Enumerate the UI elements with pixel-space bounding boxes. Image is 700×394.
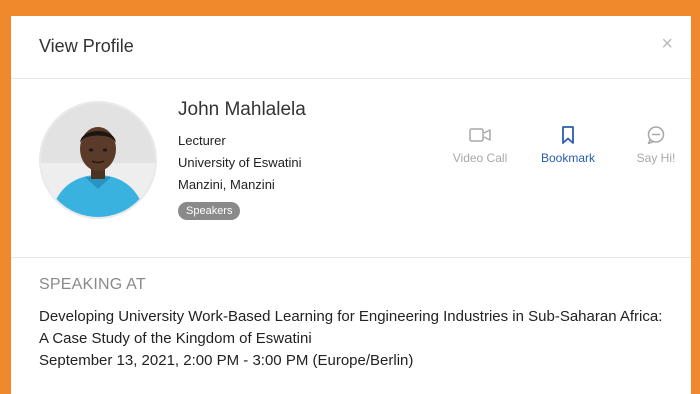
- speaking-at-section: SPEAKING AT Developing University Work-B…: [11, 258, 691, 372]
- video-camera-icon: [436, 123, 524, 147]
- say-hi-label: Say Hi!: [636, 151, 676, 165]
- modal-title: View Profile: [39, 36, 134, 56]
- say-hi-button[interactable]: Say Hi!: [612, 123, 691, 165]
- video-call-button[interactable]: Video Call: [436, 123, 524, 165]
- profile-actions: Video Call Bookmark Say Hi!: [436, 123, 691, 165]
- bookmark-icon: [524, 123, 612, 147]
- session-title[interactable]: Developing University Work-Based Learnin…: [39, 306, 663, 350]
- profile-role: Lecturer: [178, 133, 226, 148]
- bookmark-button[interactable]: Bookmark: [524, 123, 612, 165]
- profile-name: John Mahlalela: [178, 99, 306, 120]
- bookmark-label: Bookmark: [540, 151, 596, 165]
- profile-section: John Mahlalela Lecturer University of Es…: [11, 79, 691, 258]
- chat-bubble-icon: [612, 123, 691, 147]
- profile-info: John Mahlalela Lecturer University of Es…: [178, 99, 306, 220]
- profile-organization: University of Eswatini: [178, 155, 302, 170]
- view-profile-modal: View Profile × John Mahlalela Lecturer U…: [11, 16, 691, 394]
- modal-header: View Profile ×: [11, 16, 691, 79]
- speaking-at-heading: SPEAKING AT: [39, 276, 146, 293]
- speaker-badge: Speakers: [178, 202, 241, 220]
- video-call-label: Video Call: [452, 151, 508, 165]
- close-icon[interactable]: ×: [661, 34, 673, 54]
- session-time: September 13, 2021, 2:00 PM - 3:00 PM (E…: [39, 352, 414, 369]
- profile-location: Manzini, Manzini: [178, 177, 275, 192]
- avatar: [39, 101, 157, 219]
